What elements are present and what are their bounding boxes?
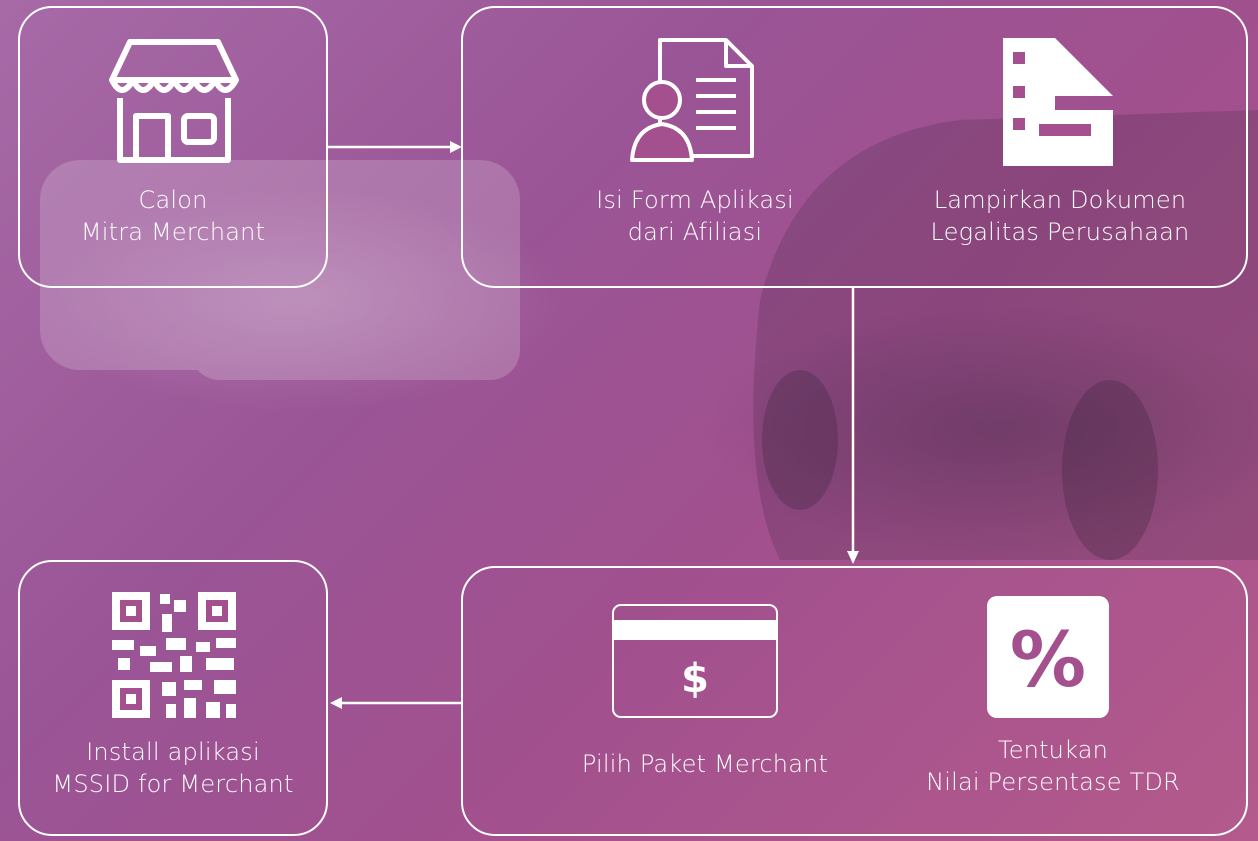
percent-icon: % bbox=[987, 596, 1109, 718]
svg-text:%: % bbox=[1010, 615, 1086, 704]
storefront-icon bbox=[108, 38, 240, 164]
form-document-icon bbox=[630, 36, 756, 164]
step-label-lampirkan: Lampirkan Dokumen Legalitas Perusahaan bbox=[930, 186, 1190, 246]
step-label-calon: Calon Mitra Merchant bbox=[80, 186, 266, 246]
credit-card-icon: $ bbox=[612, 604, 778, 718]
step-label-tentukan: Tentukan Nilai Persentase TDR bbox=[926, 736, 1180, 796]
step-label-install: Install aplikasi MSSID for Merchant bbox=[52, 738, 294, 798]
step-label-pilih-paket: Pilih Paket Merchant bbox=[581, 750, 829, 778]
step-label-isi-form: Isi Form Aplikasi dari Afiliasi bbox=[596, 186, 794, 246]
svg-text:$: $ bbox=[681, 656, 709, 702]
document-icon bbox=[1003, 38, 1113, 166]
qr-code-icon bbox=[110, 590, 238, 720]
